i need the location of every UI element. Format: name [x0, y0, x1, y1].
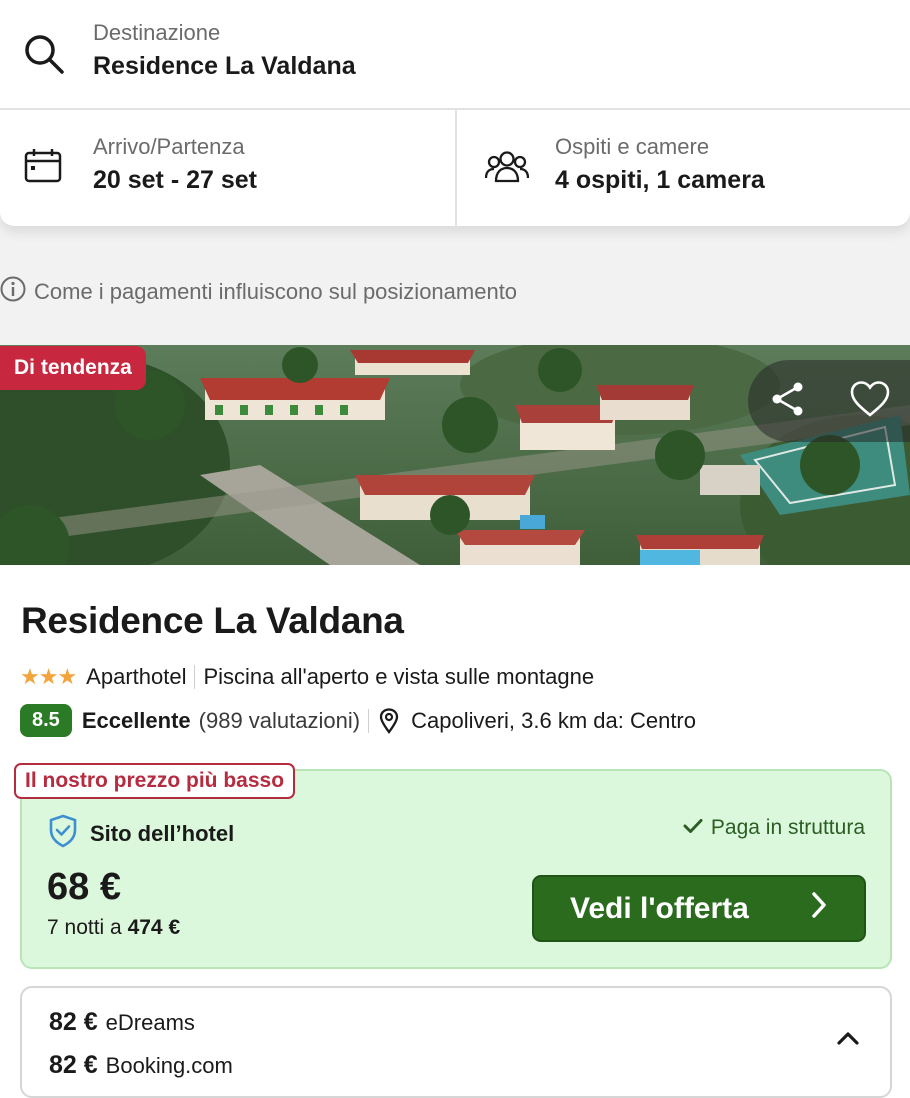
- offer-provider: eDreams: [105, 1010, 195, 1035]
- destination-value: Residence La Valdana: [93, 52, 356, 80]
- check-icon: [683, 816, 703, 840]
- share-button[interactable]: [758, 371, 818, 431]
- trending-badge: Di tendenza: [0, 346, 146, 390]
- lowest-price-tag: Il nostro prezzo più basso: [14, 763, 296, 799]
- rating-word: Eccellente: [81, 707, 191, 733]
- nights-total: 474 €: [127, 916, 181, 939]
- search-icon: [22, 32, 66, 81]
- chevron-right-icon: [810, 891, 828, 927]
- dates-field[interactable]: Arrivo/Partenza 20 set - 27 set: [0, 110, 457, 226]
- pay-text: Paga in struttura: [710, 816, 865, 839]
- nights-prefix: 7 notti a: [47, 916, 122, 939]
- dates-label: Arrivo/Partenza: [93, 134, 245, 159]
- view-offer-label: Vedi l'offerta: [570, 891, 749, 925]
- destination-field[interactable]: Destinazione Residence La Valdana: [0, 0, 910, 110]
- rating-score-badge: 8.5: [20, 704, 72, 737]
- share-icon: [769, 380, 807, 423]
- other-offers-card[interactable]: 82 € eDreams 82 € Booking.com: [20, 986, 892, 1098]
- ranking-info-link[interactable]: Come i pagamenti influiscono sul posizio…: [0, 276, 517, 307]
- offer-price: 82 €: [49, 1051, 98, 1079]
- divider: [368, 708, 370, 733]
- total-price: 7 notti a 474 €: [47, 916, 180, 940]
- provider-name: Sito dell’hotel: [90, 821, 235, 846]
- ranking-info-text: Come i pagamenti influiscono sul posizio…: [34, 278, 518, 304]
- photo-actions: [748, 360, 910, 442]
- heart-icon: [849, 380, 891, 423]
- hotel-name[interactable]: Residence La Valdana: [21, 600, 404, 642]
- hotel-type: Aparthotel: [86, 664, 187, 689]
- hotel-rating-row: 8.5 Eccellente (989 valutazioni) Capoliv…: [20, 704, 696, 737]
- guests-label: Ospiti e camere: [555, 134, 710, 159]
- rating-count[interactable]: (989 valutazioni): [199, 708, 360, 734]
- guests-icon: [484, 148, 530, 189]
- chevron-up-icon[interactable]: [836, 1030, 860, 1051]
- view-offer-button[interactable]: Vedi l'offerta: [532, 875, 866, 942]
- pay-at-property: Paga in struttura: [683, 816, 865, 840]
- offer-price: 82 €: [49, 1008, 98, 1036]
- guests-field[interactable]: Ospiti e camere 4 ospiti, 1 camera: [457, 110, 910, 226]
- offer-row[interactable]: 82 € Booking.com: [49, 1051, 233, 1080]
- offer-row[interactable]: 82 € eDreams: [49, 1008, 195, 1037]
- shield-check-icon: [48, 814, 78, 854]
- guests-value: 4 ospiti, 1 camera: [555, 166, 765, 194]
- location-pin-icon: [379, 707, 399, 734]
- divider: [194, 665, 196, 689]
- favorite-button[interactable]: [840, 371, 900, 431]
- calendar-icon: [24, 148, 64, 189]
- search-card: Destinazione Residence La Valdana Arrivo…: [0, 0, 910, 226]
- hotel-meta: ★★★ Aparthotel Piscina all'aperto e vist…: [20, 664, 594, 690]
- dates-value: 20 set - 27 set: [93, 166, 257, 194]
- nightly-price: 68 €: [47, 866, 121, 908]
- hotel-location[interactable]: Capoliveri, 3.6 km da: Centro: [411, 708, 696, 734]
- info-icon: [0, 276, 26, 307]
- offer-provider: Booking.com: [105, 1053, 233, 1078]
- hotel-features: Piscina all'aperto e vista sulle montagn…: [203, 664, 595, 689]
- destination-label: Destinazione: [93, 20, 221, 45]
- deal-provider: Sito dell’hotel: [48, 814, 234, 854]
- star-rating-icon: ★★★: [20, 664, 77, 689]
